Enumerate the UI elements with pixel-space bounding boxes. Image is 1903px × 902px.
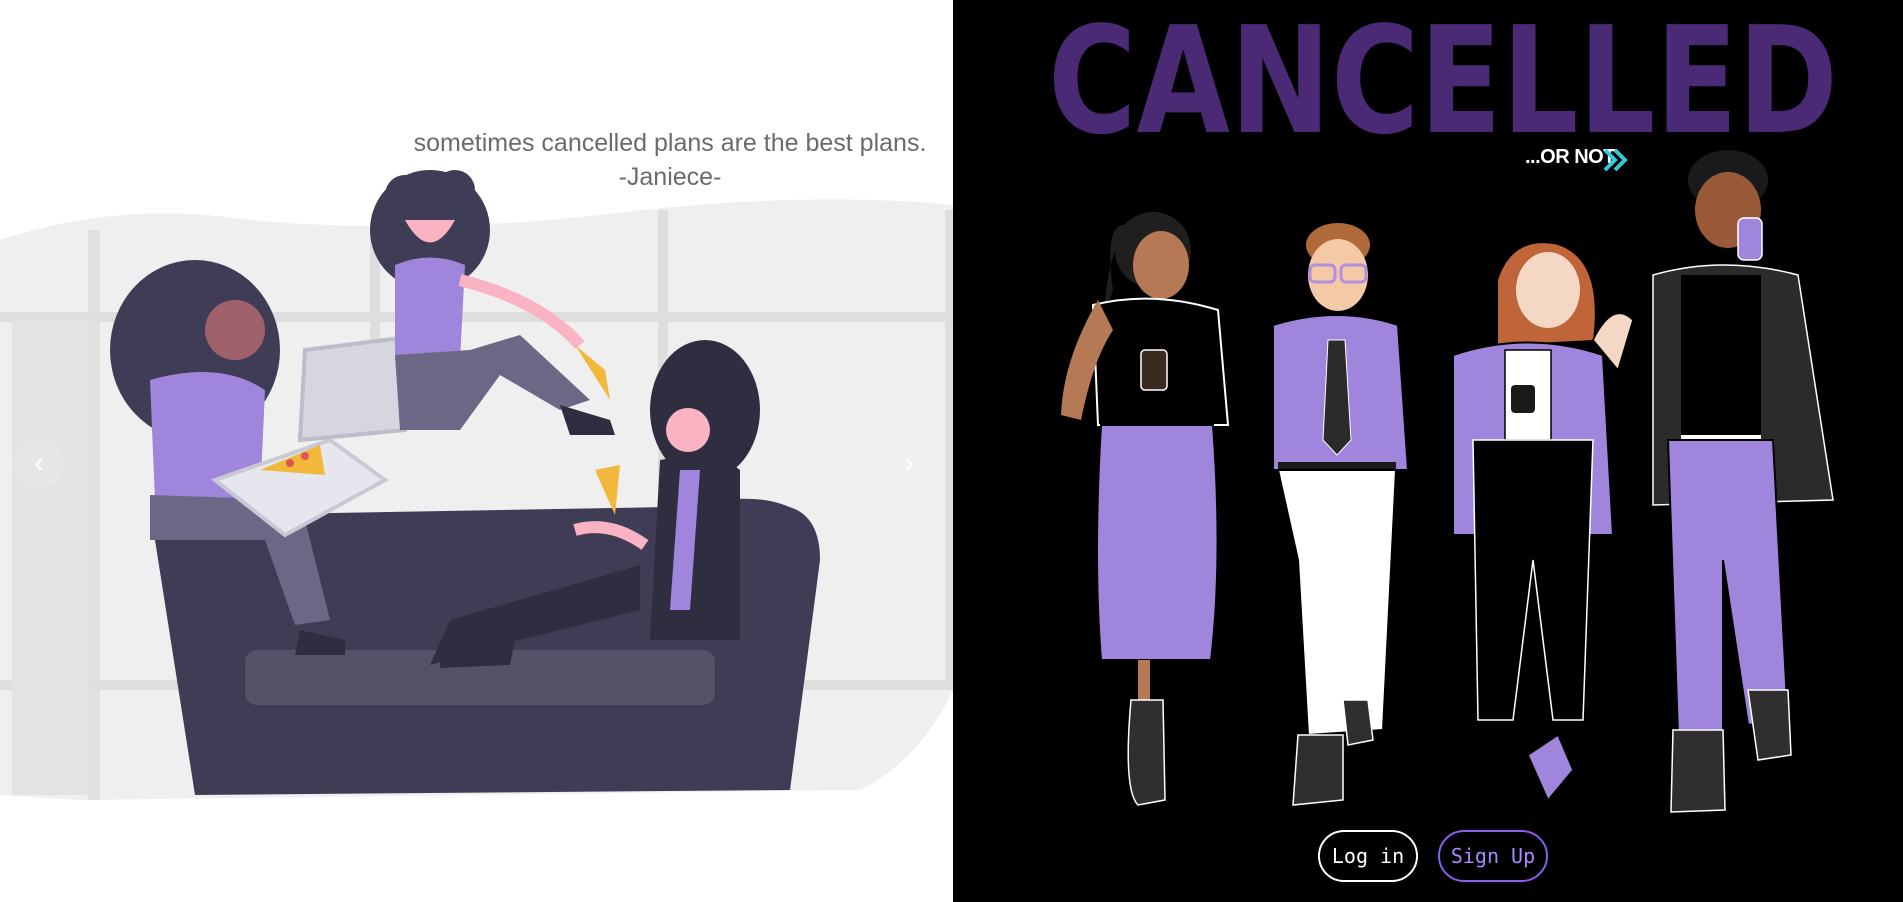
carousel-next-button[interactable]: › (884, 438, 934, 488)
quote-author: -Janiece- (618, 163, 722, 191)
chevron-right-icon: › (904, 447, 914, 478)
hero-panel: CANCELLED ...OR NOT Log in Sign Up (953, 0, 1903, 902)
login-button[interactable]: Log in (1318, 830, 1418, 882)
signup-button[interactable]: Sign Up (1438, 830, 1548, 882)
four-friends-illustration (1061, 150, 1834, 813)
carousel-prev-button[interactable]: ‹ (14, 438, 64, 488)
quote-text: sometimes cancelled plans are the best p… (413, 129, 927, 157)
carousel-quote: sometimes cancelled plans are the best p… (380, 126, 953, 194)
chevron-left-icon: ‹ (34, 447, 44, 478)
carousel: sometimes cancelled plans are the best p… (0, 0, 953, 902)
